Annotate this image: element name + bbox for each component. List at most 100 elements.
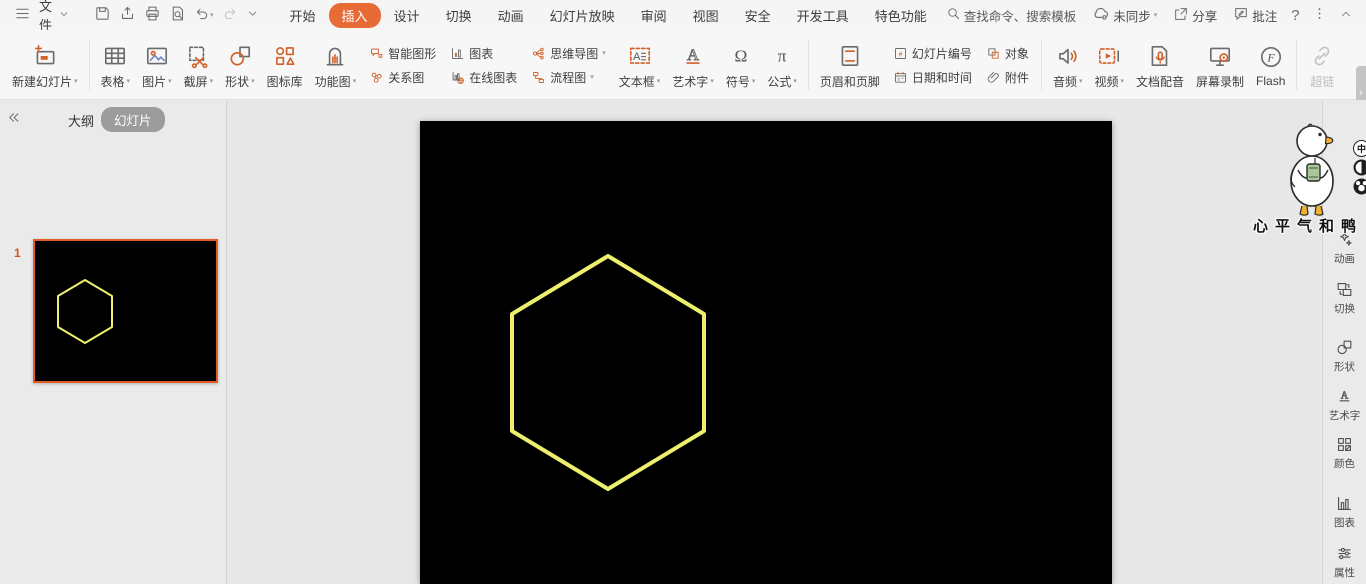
main-menu-button[interactable]: [10, 3, 35, 27]
button-slide-number[interactable]: # 幻灯片编号: [891, 44, 974, 63]
sidebar-item-props[interactable]: 属性: [1323, 544, 1366, 580]
button-relation[interactable]: 关系图: [367, 68, 438, 87]
print-button[interactable]: [140, 3, 165, 27]
sync-status-button[interactable]: 未同步 ▾: [1086, 3, 1163, 28]
hexagon-shape[interactable]: [420, 121, 1112, 584]
undo-icon: [196, 8, 208, 19]
search-icon: [946, 6, 961, 24]
tab-切换[interactable]: 切换: [433, 3, 485, 28]
hyperlink-icon: [1315, 45, 1330, 66]
button-screenshot[interactable]: 截屏 ▾: [178, 33, 220, 97]
help-button[interactable]: ?: [1287, 5, 1303, 26]
button-screen-record[interactable]: 屏幕录制: [1190, 33, 1250, 97]
tab-审阅[interactable]: 审阅: [628, 3, 680, 28]
export-icon: [122, 6, 134, 19]
table-icon: [105, 47, 126, 64]
slide-thumbnail[interactable]: [33, 239, 218, 383]
button-table[interactable]: 表格 ▾: [95, 33, 137, 97]
datetime-icon: [894, 71, 906, 83]
export-button[interactable]: [115, 3, 140, 27]
quick-access-more-button[interactable]: [242, 5, 263, 25]
svg-text:Ω: Ω: [734, 46, 747, 65]
svg-text:A: A: [1341, 390, 1349, 401]
svg-text:F: F: [1266, 50, 1275, 64]
cloud-icon: [1094, 7, 1109, 20]
sidebar-item-color[interactable]: 颜色: [1323, 435, 1366, 471]
button-shape[interactable]: 形状 ▾: [219, 33, 261, 97]
button-video[interactable]: 视频 ▾: [1088, 33, 1130, 97]
header-footer-icon: [841, 45, 859, 66]
save-button[interactable]: [90, 3, 115, 27]
dropdown-arrow-icon: ▾: [656, 78, 661, 85]
formula-icon: π: [778, 46, 787, 65]
dropdown-arrow-icon: ▾: [751, 78, 756, 85]
save-icon: [96, 7, 109, 20]
collapse-panel-button[interactable]: [6, 110, 21, 128]
tab-开始[interactable]: 开始: [277, 3, 329, 28]
redo-button[interactable]: [218, 4, 242, 27]
button-mindmap[interactable]: 思维导图 ▾: [529, 44, 608, 63]
print-preview-button[interactable]: [165, 3, 190, 27]
collapse-ribbon-button[interactable]: [1335, 5, 1357, 26]
button-symbol[interactable]: Ω 符号 ▾: [720, 33, 762, 97]
sidebar-item-shape[interactable]: 形状: [1323, 338, 1366, 374]
comment-button[interactable]: 批注: [1227, 4, 1283, 27]
tab-插入[interactable]: 插入: [328, 2, 381, 28]
share-button[interactable]: 分享: [1167, 4, 1223, 27]
button-attachment[interactable]: 附件: [984, 68, 1031, 87]
button-object[interactable]: 对象: [984, 44, 1031, 63]
undo-dropdown-icon[interactable]: ▾: [210, 11, 214, 19]
sidebar-item-wordart[interactable]: A 艺术字: [1323, 387, 1366, 423]
button-func-diagram[interactable]: 功能图 ▾: [309, 33, 363, 97]
button-formula[interactable]: π 公式 ▾: [761, 33, 803, 97]
tab-开发工具[interactable]: 开发工具: [784, 3, 862, 28]
tab-设计[interactable]: 设计: [381, 3, 433, 28]
dropdown-arrow-icon: ▾: [352, 78, 357, 85]
doc-voice-icon: [1151, 45, 1168, 66]
button-header-footer[interactable]: 页眉和页脚: [814, 33, 886, 97]
slide-canvas[interactable]: [420, 121, 1112, 584]
tab-特色功能[interactable]: 特色功能: [862, 3, 940, 28]
file-menu-button[interactable]: 文件: [39, 0, 52, 34]
button-picture[interactable]: 图片 ▾: [136, 33, 178, 97]
button-textbox[interactable]: A 文本框 ▾: [613, 33, 667, 97]
tab-视图[interactable]: 视图: [680, 3, 732, 28]
screenshot-icon: [189, 46, 208, 68]
search-box[interactable]: 查找命令、搜索模板: [940, 4, 1083, 27]
mickey-widget-button[interactable]: [1353, 178, 1366, 195]
dark-mode-widget-button[interactable]: [1353, 159, 1366, 176]
more-options-button[interactable]: [1308, 4, 1331, 26]
button-icon-lib[interactable]: 图标库: [261, 33, 309, 97]
chev-down-icon: [60, 11, 68, 16]
sb-wordart-icon: A: [1339, 390, 1350, 402]
button-audio[interactable]: 音频 ▾: [1047, 33, 1089, 97]
button-chart[interactable]: 图表: [448, 44, 519, 63]
file-menu-chevron-icon[interactable]: [54, 6, 74, 25]
button-wordart[interactable]: A 艺术字 ▾: [666, 33, 720, 97]
tab-幻灯片放映[interactable]: 幻灯片放映: [537, 3, 628, 28]
sb-shape-icon: [1337, 340, 1352, 355]
button-doc-voice[interactable]: 文档配音: [1130, 33, 1190, 97]
picture-icon: [146, 47, 167, 64]
dropdown-arrow-icon: ▾: [74, 78, 78, 85]
symbol-icon: Ω: [734, 46, 747, 65]
button-online-chart[interactable]: 在线图表: [448, 68, 519, 87]
button-flowchart[interactable]: 流程图 ▾: [529, 68, 608, 87]
online-chart-icon: [452, 71, 465, 84]
sidebar-item-chart[interactable]: 图表: [1323, 494, 1366, 530]
undo-button[interactable]: ▾: [190, 4, 218, 27]
svg-text:A: A: [687, 45, 699, 63]
tab-动画[interactable]: 动画: [485, 3, 537, 28]
tab-安全[interactable]: 安全: [732, 3, 784, 28]
button-datetime[interactable]: 日期和时间: [891, 68, 974, 87]
video-icon: [1099, 47, 1120, 64]
button-smart-art[interactable]: 智能图形: [367, 44, 438, 63]
button-new-slide[interactable]: 新建幻灯片 ▾: [6, 33, 84, 97]
translate-widget-button[interactable]: 中: [1353, 140, 1366, 157]
button-flash[interactable]: F Flash: [1250, 33, 1291, 97]
tab-outline[interactable]: 大纲: [68, 111, 94, 130]
screen-record-icon: [1209, 47, 1231, 66]
canvas-area: [227, 100, 1322, 584]
sidebar-item-trans[interactable]: 切换: [1323, 280, 1366, 316]
tab-slides[interactable]: 幻灯片: [101, 107, 165, 132]
